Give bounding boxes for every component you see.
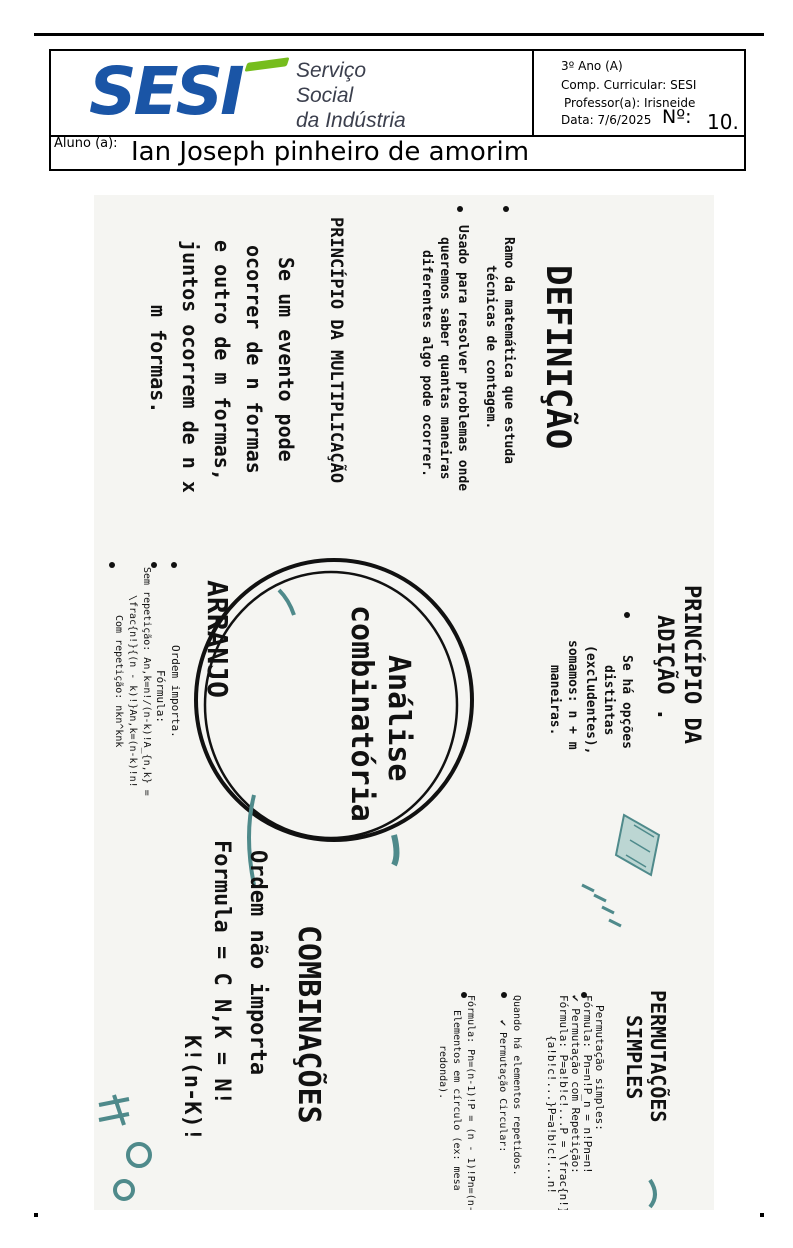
adicao-title: PRINCÍPIO DA [679,585,704,744]
bullet-icon [501,992,507,998]
combinacoes-title: COMBINAÇÕES [291,925,326,1124]
permutacoes-line: Permutação simples: [593,1005,606,1131]
arranjo-line: \frac{n!}{(n - k)!}An,k=(n-k)!n! [127,595,138,788]
corner-mark [34,1213,38,1217]
student-label: Aluno (a): [54,136,118,151]
permutacoes-title: PERMUTAÇÕES [646,990,670,1123]
arranjo-line: Fórmula: [154,670,167,723]
arranjo-line: Com repetição: nkn^knk [113,615,124,748]
logo-cell: SESI Serviço Social da Indústria [51,51,534,135]
bullet-icon [457,206,463,212]
mindmap-image: DEFINIÇÃO Ramo da matemática que estuda … [94,195,714,1210]
multiplicacao-line: juntos ocorrem de n x [178,240,202,493]
arrow-icon [648,1178,657,1209]
logo-line: Social [296,84,354,107]
center-title: Análise [381,655,416,782]
multiplicacao-line: Se um evento pode [274,257,298,462]
multiplicacao-title: PRINCÍPIO DA MULTIPLICAÇÃO [326,217,346,484]
permutacoes-title: SIMPLES [622,1015,646,1100]
number-label: Nº: [662,106,692,128]
permutacoes-line: Fórmula: P=a!b!c!...P = \frac{n!} [557,995,570,1210]
definicao-title: DEFINIÇÃO [538,265,578,450]
corner-mark [760,1213,764,1217]
hash-icon [98,1094,130,1126]
sesi-logo-accent [244,57,290,72]
center-circle-inner [203,570,459,840]
student-row: Aluno (a): Ian Joseph pinheiro de amorim [51,135,744,173]
definicao-bullet: técnicas de contagem. [483,265,498,430]
bullet-icon [503,206,509,212]
sesi-logo-word: SESI [89,53,245,130]
permutacoes-line: ✔ Permutação Circular: [497,1020,508,1153]
info-cell: 3º Ano (A) Comp. Curricular: SESI Profes… [534,51,744,135]
multiplicacao-line: ocorrer de n formas [242,245,266,474]
permutacoes-line: Fórmula: Pn=(n-1)!P = (n - 1)!Pn=(n-1)! [465,995,476,1210]
adicao-title: ADIÇÃO . [652,615,677,721]
permutacoes-line: {a!b!c!...}P=a!b!c!...n! [545,1035,558,1194]
curricular-component: Comp. Curricular: SESI [561,78,697,92]
number-value: 10. [707,110,739,134]
student-name: Ian Joseph pinheiro de amorim [131,137,530,167]
arranjo-line: Ordem importa. [169,645,182,738]
multiplicacao-line: m formas. [146,305,170,414]
bullet-icon [109,562,115,568]
adicao-line: somamos: n + m [565,640,580,750]
logo-line: Serviço [296,59,367,82]
arranjo-title: ARRANJO [201,580,234,699]
definicao-bullet: Ramo da matemática que estuda [501,237,516,464]
center-title: combinatória [344,605,379,822]
permutacoes-line: Quando há elementos repetidos. [511,995,522,1176]
header-box: SESI Serviço Social da Indústria 3º Ano … [49,49,746,171]
permutacoes-line: Fórmula: Pn=n!P_n = n!Pn=n! [581,995,594,1174]
adicao-line: distintas [601,665,616,736]
multiplicacao-line: e outro de m formas, [210,240,234,481]
bullet-icon [171,562,177,568]
definicao-bullet: diferentes algo pode ocorrer. [419,250,434,477]
combinacoes-line: Formula = C N,K = N! [209,840,234,1105]
permutacoes-line: redonda). [437,1045,448,1100]
circle-doodle-icon [126,1142,152,1168]
definicao-bullet: Usado para resolver problemas onde [455,225,470,492]
adicao-line: maneiras. [547,665,562,736]
chevrons-icon [581,883,622,928]
accent-mark-icon [277,588,296,616]
accent-mark-icon [391,834,400,867]
adicao-line: Se há opções [619,655,634,749]
permutacoes-line: ✔ Permutação com Repetição: [569,995,582,1174]
arranjo-line: Sem repetição: An,k=n!/(n-k)!A_{n,k} = [141,567,152,796]
definicao-bullet: queremos saber quantas maneiras [437,237,452,480]
circle-doodle-icon [113,1179,135,1201]
date: Data: 7/6/2025 [561,113,652,127]
class-year: 3º Ano (A) [561,59,623,73]
bullet-icon [624,612,630,618]
top-rule [34,33,764,36]
adicao-line: (excludentes), [583,645,598,755]
permutacoes-line: Elementos em círculo (ex: mesa [451,1010,462,1191]
combinacoes-line: K!(n-K)! [179,1035,204,1141]
center-circle [194,558,474,842]
logo-line: da Indústria [296,109,406,132]
combinacoes-line: Ordem não importa [245,850,270,1076]
